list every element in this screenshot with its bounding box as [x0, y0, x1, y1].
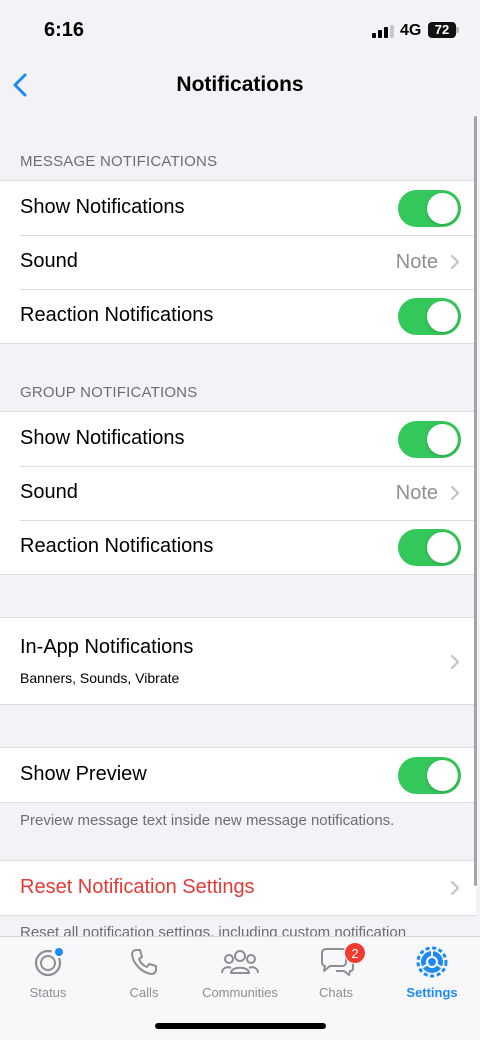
- toggle-knob: [427, 760, 458, 791]
- sound-value: Note: [395, 482, 438, 504]
- message-sound-row[interactable]: Sound Note: [0, 235, 476, 289]
- chevron-right-icon: [450, 880, 460, 896]
- toggle-knob: [427, 424, 458, 455]
- clock: 6:16: [44, 19, 85, 41]
- message-notifications-group: Show Notifications Sound Note Reaction N…: [0, 180, 476, 344]
- network-type: 4G: [400, 22, 422, 39]
- group-show-notifications-toggle[interactable]: [398, 421, 461, 458]
- row-label: Reaction Notifications: [20, 304, 214, 326]
- row-sublabel: Banners, Sounds, Vibrate: [20, 670, 180, 686]
- reset-row[interactable]: Reset Notification Settings: [0, 861, 476, 915]
- chevron-right-icon: [450, 654, 460, 670]
- page-title: Notifications: [176, 73, 304, 96]
- battery-cap: [456, 27, 459, 33]
- gear-icon: [416, 946, 448, 978]
- unread-badge: 2: [344, 942, 366, 964]
- group-notifications-group: Show Notifications Sound Note Reaction N…: [0, 411, 476, 575]
- tab-settings[interactable]: Settings: [384, 945, 480, 1000]
- phone-icon: [131, 949, 157, 975]
- sound-value: Note: [395, 251, 438, 273]
- row-label: Reaction Notifications: [20, 535, 214, 557]
- tab-chats[interactable]: 2 Chats: [288, 942, 384, 1000]
- in-app-notifications-row[interactable]: In-App Notifications Banners, Sounds, Vi…: [0, 618, 476, 704]
- reset-group: Reset Notification Settings: [0, 860, 476, 916]
- section-header-group: GROUP NOTIFICATIONS: [20, 384, 198, 401]
- chevron-right-icon: [450, 254, 460, 270]
- reset-notification-settings-button[interactable]: Reset Notification Settings: [20, 876, 255, 899]
- chevron-right-icon: [450, 485, 460, 501]
- group-sound-row[interactable]: Sound Note: [0, 466, 476, 520]
- row-label: Sound: [20, 481, 78, 503]
- battery-icon: 72: [428, 22, 456, 38]
- tab-label: Communities: [202, 985, 278, 1000]
- tab-label: Settings: [406, 985, 458, 1000]
- section-header-message: MESSAGE NOTIFICATIONS: [20, 153, 218, 170]
- tab-communities[interactable]: Communities: [192, 945, 288, 1000]
- nav-bar: Notifications: [0, 62, 480, 112]
- message-show-notifications-toggle[interactable]: [398, 190, 461, 227]
- signal-icon: [372, 25, 394, 38]
- communities-icon: [221, 950, 259, 974]
- message-show-notifications-row: Show Notifications: [0, 181, 476, 235]
- group-show-notifications-row: Show Notifications: [0, 412, 476, 466]
- in-app-group: In-App Notifications Banners, Sounds, Vi…: [0, 617, 476, 705]
- show-preview-row: Show Preview: [0, 748, 476, 802]
- preview-footer: Preview message text inside new message …: [20, 812, 395, 829]
- tab-label: Calls: [129, 985, 159, 1000]
- tab-calls[interactable]: Calls: [96, 945, 192, 1000]
- tab-status[interactable]: Status: [0, 945, 96, 1000]
- tab-label: Chats: [319, 985, 353, 1000]
- status-icon: [34, 948, 63, 977]
- row-label: Show Preview: [20, 763, 147, 785]
- row-label: Sound: [20, 250, 78, 272]
- scrollbar[interactable]: [474, 116, 477, 886]
- group-reaction-notifications-row: Reaction Notifications: [0, 520, 476, 574]
- row-label: Show Notifications: [20, 196, 185, 218]
- toggle-knob: [427, 193, 458, 224]
- message-reaction-notifications-toggle[interactable]: [398, 298, 461, 335]
- toggle-knob: [427, 301, 458, 332]
- show-preview-toggle[interactable]: [398, 757, 461, 794]
- status-bar: 6:16 4G 72: [0, 0, 480, 62]
- tab-label: Status: [29, 985, 67, 1000]
- toggle-knob: [427, 532, 458, 563]
- row-label: In-App Notifications: [20, 636, 194, 658]
- home-indicator[interactable]: [155, 1023, 326, 1029]
- row-label: Show Notifications: [20, 427, 185, 449]
- group-reaction-notifications-toggle[interactable]: [398, 529, 461, 566]
- message-reaction-notifications-row: Reaction Notifications: [0, 289, 476, 343]
- preview-group: Show Preview: [0, 747, 476, 803]
